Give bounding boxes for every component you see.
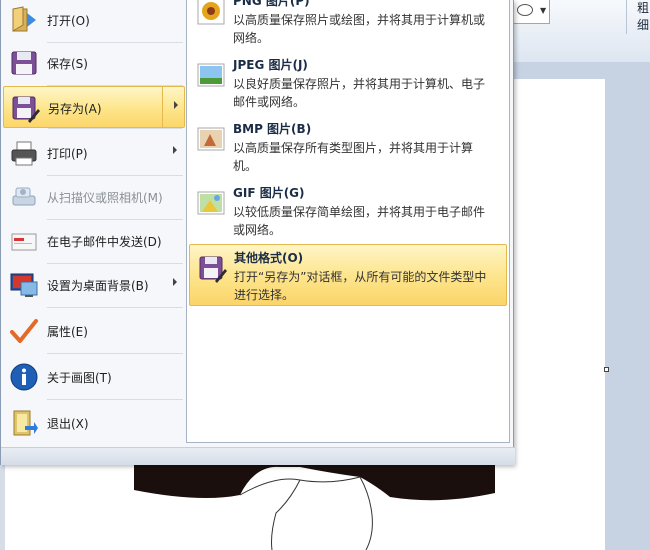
submenu-item-png[interactable]: PNG 图片(P) 以高质量保存照片或绘图，并将其用于计算机或网络。 xyxy=(189,0,507,50)
folder-open-icon xyxy=(12,6,36,32)
menu-footer xyxy=(1,447,515,465)
checkmark-icon xyxy=(10,319,38,343)
canvas-drawing xyxy=(134,465,495,550)
floppy-disk-icon xyxy=(11,51,37,75)
shape-selector[interactable]: ▼ xyxy=(512,0,550,24)
menu-item-print[interactable]: 打印(P) xyxy=(3,132,185,176)
menu-item-from-scanner: 从扫描仪或照相机(M) xyxy=(3,176,185,220)
size-button[interactable]: 粗细 xyxy=(637,0,650,34)
email-icon xyxy=(11,233,37,251)
submenu-item-jpeg[interactable]: JPEG 图片(J) 以良好质量保存照片，并将其用于计算机、电子邮件或网络。 xyxy=(189,52,507,114)
speech-bubble-icon xyxy=(517,4,533,16)
bmp-image-icon xyxy=(197,127,225,151)
save-as-submenu: PNG 图片(P) 以高质量保存照片或绘图，并将其用于计算机或网络。 JPEG … xyxy=(186,0,510,443)
chevron-down-icon[interactable]: ▼ xyxy=(540,6,546,15)
jpeg-image-icon xyxy=(197,63,225,87)
other-formats-icon xyxy=(199,256,227,283)
scanner-icon xyxy=(12,187,36,206)
save-as-icon xyxy=(12,96,40,123)
submenu-item-gif[interactable]: GIF 图片(G) 以较低质量保存简单绘图，并将其用于电子邮件或网络。 xyxy=(189,180,507,242)
menu-item-set-desktop-background[interactable]: 设置为桌面背景(B) xyxy=(3,264,185,308)
menu-item-properties[interactable]: 属性(E) xyxy=(3,310,185,354)
chevron-right-icon xyxy=(174,101,178,109)
desktop-background-icon xyxy=(10,273,38,297)
chevron-right-icon xyxy=(173,146,177,154)
gif-image-icon xyxy=(197,191,225,215)
chevron-right-icon xyxy=(173,278,177,286)
menu-item-save-as[interactable]: 另存为(A) xyxy=(3,86,185,129)
canvas-resize-handle[interactable] xyxy=(604,367,609,372)
png-image-icon xyxy=(197,0,225,25)
menu-item-save[interactable]: 保存(S) xyxy=(3,42,185,86)
printer-icon xyxy=(11,141,37,166)
menu-item-about-paint[interactable]: 关于画图(T) xyxy=(3,356,185,400)
menu-item-open[interactable]: 打开(O) xyxy=(3,0,185,43)
exit-icon xyxy=(13,410,38,436)
menu-item-send-email[interactable]: 在电子邮件中发送(D) xyxy=(3,220,185,264)
submenu-item-other-formats[interactable]: 其他格式(O) 打开“另存为”对话框，从所有可能的文件类型中进行选择。 xyxy=(189,244,507,306)
ribbon-divider xyxy=(626,0,627,34)
info-icon xyxy=(10,363,38,391)
menu-item-exit[interactable]: 退出(X) xyxy=(3,402,185,444)
submenu-item-bmp[interactable]: BMP 图片(B) 以高质量保存所有类型图片，并将其用于计算机。 xyxy=(189,116,507,178)
file-menu-commands: 打开(O) 保存(S) 另存为(A) 打印(P) 从扫描仪或照相机(M) 在电子… xyxy=(1,0,187,465)
